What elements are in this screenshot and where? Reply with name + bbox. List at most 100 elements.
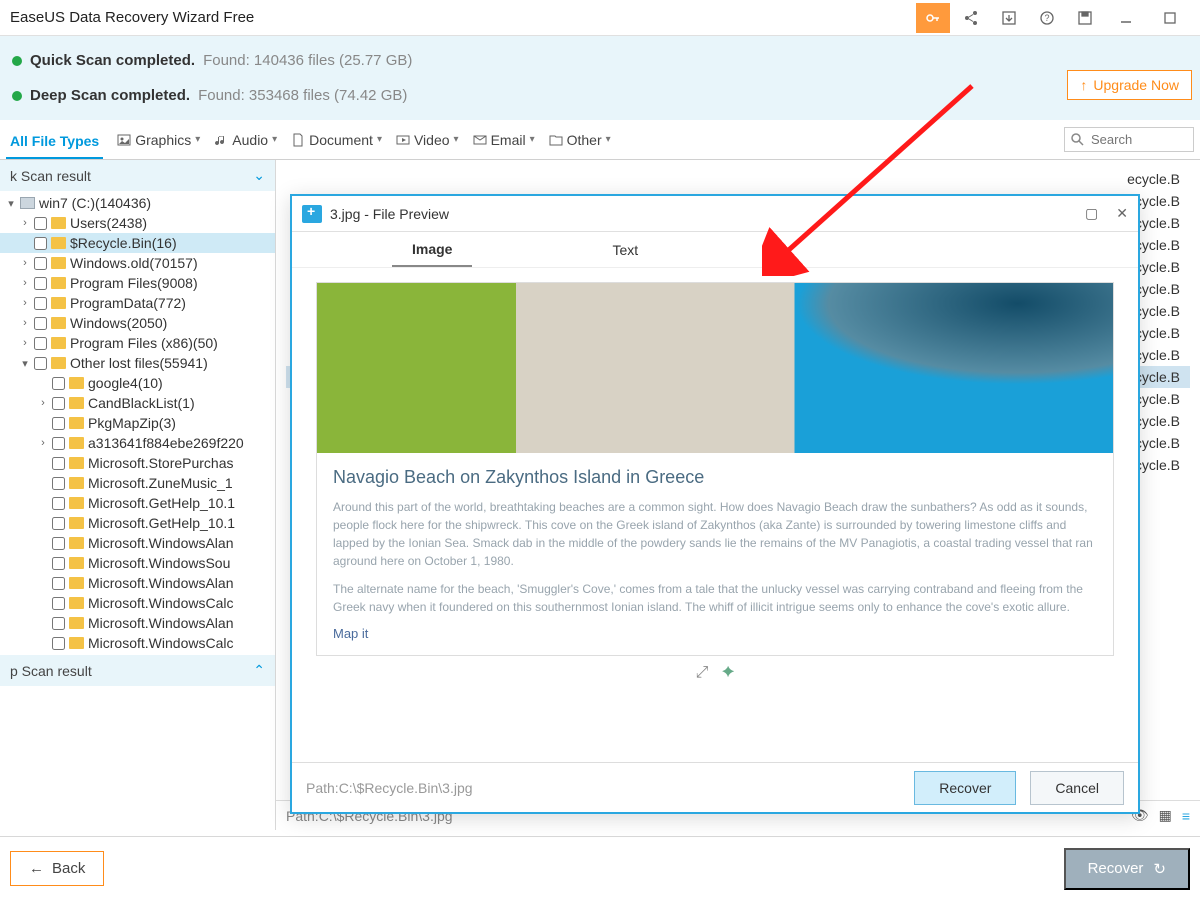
tree-item[interactable]: ›Users(2438) xyxy=(0,213,275,233)
filter-all-types[interactable]: All File Types xyxy=(6,133,103,159)
tab-image[interactable]: Image xyxy=(392,233,472,267)
folder-icon xyxy=(51,257,66,269)
help-icon[interactable]: ? xyxy=(1030,3,1064,33)
preview-heading: Navagio Beach on Zakynthos Island in Gre… xyxy=(333,467,1097,488)
bottom-bar: ← Back Recover ↻ xyxy=(0,836,1200,900)
filter-other[interactable]: Other▾ xyxy=(549,132,611,148)
quick-scan-found: Found: 140436 files (25.77 GB) xyxy=(203,52,412,69)
tree-item[interactable]: Microsoft.GetHelp_10.1 xyxy=(0,493,275,513)
tree-item[interactable]: ›Windows(2050) xyxy=(0,313,275,333)
folder-icon xyxy=(69,577,84,589)
refresh-icon: ↻ xyxy=(1153,860,1166,878)
tree-item[interactable]: google4(10) xyxy=(0,373,275,393)
folder-icon xyxy=(69,457,84,469)
preview-card: Navagio Beach on Zakynthos Island in Gre… xyxy=(316,282,1114,656)
tree-item[interactable]: ›a313641f884ebe269f220 xyxy=(0,433,275,453)
close-icon[interactable]: ✕ xyxy=(1116,205,1128,222)
folder-icon xyxy=(69,477,84,489)
tree-item[interactable]: ›ProgramData(772) xyxy=(0,293,275,313)
quick-scan-line: Quick Scan completed. Found: 140436 file… xyxy=(12,52,1188,69)
preview-image xyxy=(317,283,1113,453)
deep-scan-found: Found: 353468 files (74.42 GB) xyxy=(198,87,407,104)
key-icon[interactable] xyxy=(916,3,950,33)
section-label: p Scan result xyxy=(10,663,92,679)
filter-graphics[interactable]: Graphics▾ xyxy=(117,132,200,148)
preview-paragraph: Around this part of the world, breathtak… xyxy=(333,498,1097,570)
tree-item[interactable]: ›Program Files(9008) xyxy=(0,273,275,293)
app-icon xyxy=(302,205,322,223)
folder-icon xyxy=(51,337,66,349)
filter-bar: All File Types Graphics▾ Audio▾ Document… xyxy=(0,120,1200,160)
tree-root[interactable]: ▾win7 (C:)(140436) xyxy=(0,193,275,213)
filter-email[interactable]: Email▾ xyxy=(473,132,535,148)
tree-item[interactable]: Microsoft.WindowsAlan xyxy=(0,573,275,593)
rotate-icon[interactable]: ✦ xyxy=(722,664,735,681)
preview-paragraph: The alternate name for the beach, 'Smugg… xyxy=(333,580,1097,616)
tree-item[interactable]: ›CandBlackList(1) xyxy=(0,393,275,413)
titlebar: EaseUS Data Recovery Wizard Free ? xyxy=(0,0,1200,36)
upgrade-button[interactable]: ↑ Upgrade Now xyxy=(1067,70,1192,100)
filter-video[interactable]: Video▾ xyxy=(396,132,459,148)
deep-scan-line: Deep Scan completed. Found: 353468 files… xyxy=(12,87,1188,104)
tree-item[interactable]: PkgMapZip(3) xyxy=(0,413,275,433)
list-view-icon[interactable]: ≡ xyxy=(1182,808,1190,824)
scan-status: Quick Scan completed. Found: 140436 file… xyxy=(0,36,1200,120)
folder-icon xyxy=(69,557,84,569)
search-box xyxy=(1064,127,1194,152)
check-dot-icon xyxy=(12,91,22,101)
folder-icon xyxy=(69,377,84,389)
folder-icon xyxy=(51,317,66,329)
tab-text[interactable]: Text xyxy=(592,234,658,266)
share-icon[interactable] xyxy=(954,3,988,33)
folder-icon xyxy=(51,297,66,309)
tree-item[interactable]: ▾Other lost files(55941) xyxy=(0,353,275,373)
tree-item[interactable]: Microsoft.WindowsCalc xyxy=(0,593,275,613)
folder-icon xyxy=(69,397,84,409)
preview-filename: 3.jpg - File Preview xyxy=(330,206,449,222)
map-it-link[interactable]: Map it xyxy=(333,626,1097,641)
chevron-down-icon: ▾ xyxy=(454,134,459,145)
filter-audio[interactable]: Audio▾ xyxy=(214,132,277,148)
maximize-icon[interactable] xyxy=(1150,3,1190,33)
folder-tree: ▾win7 (C:)(140436) ›Users(2438) $Recycle… xyxy=(0,191,275,655)
tree-item[interactable]: $Recycle.Bin(16) xyxy=(0,233,275,253)
maximize-icon[interactable]: ▢ xyxy=(1085,205,1098,222)
tree-item[interactable]: ›Windows.old(70157) xyxy=(0,253,275,273)
arrow-left-icon: ← xyxy=(29,860,44,877)
tree-item[interactable]: ›Program Files (x86)(50) xyxy=(0,333,275,353)
recover-button-main[interactable]: Recover ↻ xyxy=(1064,848,1190,890)
folder-icon xyxy=(69,437,84,449)
folder-icon xyxy=(51,237,66,249)
recover-label: Recover xyxy=(1088,860,1144,877)
grid-view-icon[interactable]: ▦ xyxy=(1159,807,1172,824)
quick-scan-label: Quick Scan completed. xyxy=(30,52,195,69)
deep-scan-label: Deep Scan completed. xyxy=(30,87,190,104)
recover-button[interactable]: Recover xyxy=(914,771,1016,805)
filter-document[interactable]: Document▾ xyxy=(291,132,382,148)
check-dot-icon xyxy=(12,56,22,66)
file-preview-dialog: 3.jpg - File Preview ▢ ✕ Image Text Nava… xyxy=(290,194,1140,814)
chevron-down-icon: ▾ xyxy=(606,134,611,145)
tree-item[interactable]: Microsoft.WindowsCalc xyxy=(0,633,275,653)
chevron-up-icon: ⌃ xyxy=(253,662,265,679)
folder-icon xyxy=(69,537,84,549)
cancel-button[interactable]: Cancel xyxy=(1030,771,1124,805)
save-icon[interactable] xyxy=(1068,3,1102,33)
folder-icon xyxy=(51,277,66,289)
minimize-icon[interactable] xyxy=(1106,3,1146,33)
tree-item[interactable]: Microsoft.WindowsAlan xyxy=(0,613,275,633)
import-icon[interactable] xyxy=(992,3,1026,33)
folder-icon xyxy=(69,637,84,649)
fullscreen-icon[interactable]: ⤢ xyxy=(696,664,709,681)
tree-item[interactable]: Microsoft.StorePurchas xyxy=(0,453,275,473)
back-button[interactable]: ← Back xyxy=(10,851,104,886)
tree-item[interactable]: Microsoft.ZuneMusic_1 xyxy=(0,473,275,493)
quick-scan-section[interactable]: k Scan result ⌄ xyxy=(0,160,275,191)
preview-body: Navagio Beach on Zakynthos Island in Gre… xyxy=(292,268,1138,762)
tree-item[interactable]: Microsoft.WindowsSou xyxy=(0,553,275,573)
deep-scan-section[interactable]: p Scan result ⌃ xyxy=(0,655,275,686)
list-item[interactable]: ecycle.B xyxy=(286,168,1190,190)
tree-item[interactable]: Microsoft.GetHelp_10.1 xyxy=(0,513,275,533)
folder-icon xyxy=(69,417,84,429)
tree-item[interactable]: Microsoft.WindowsAlan xyxy=(0,533,275,553)
